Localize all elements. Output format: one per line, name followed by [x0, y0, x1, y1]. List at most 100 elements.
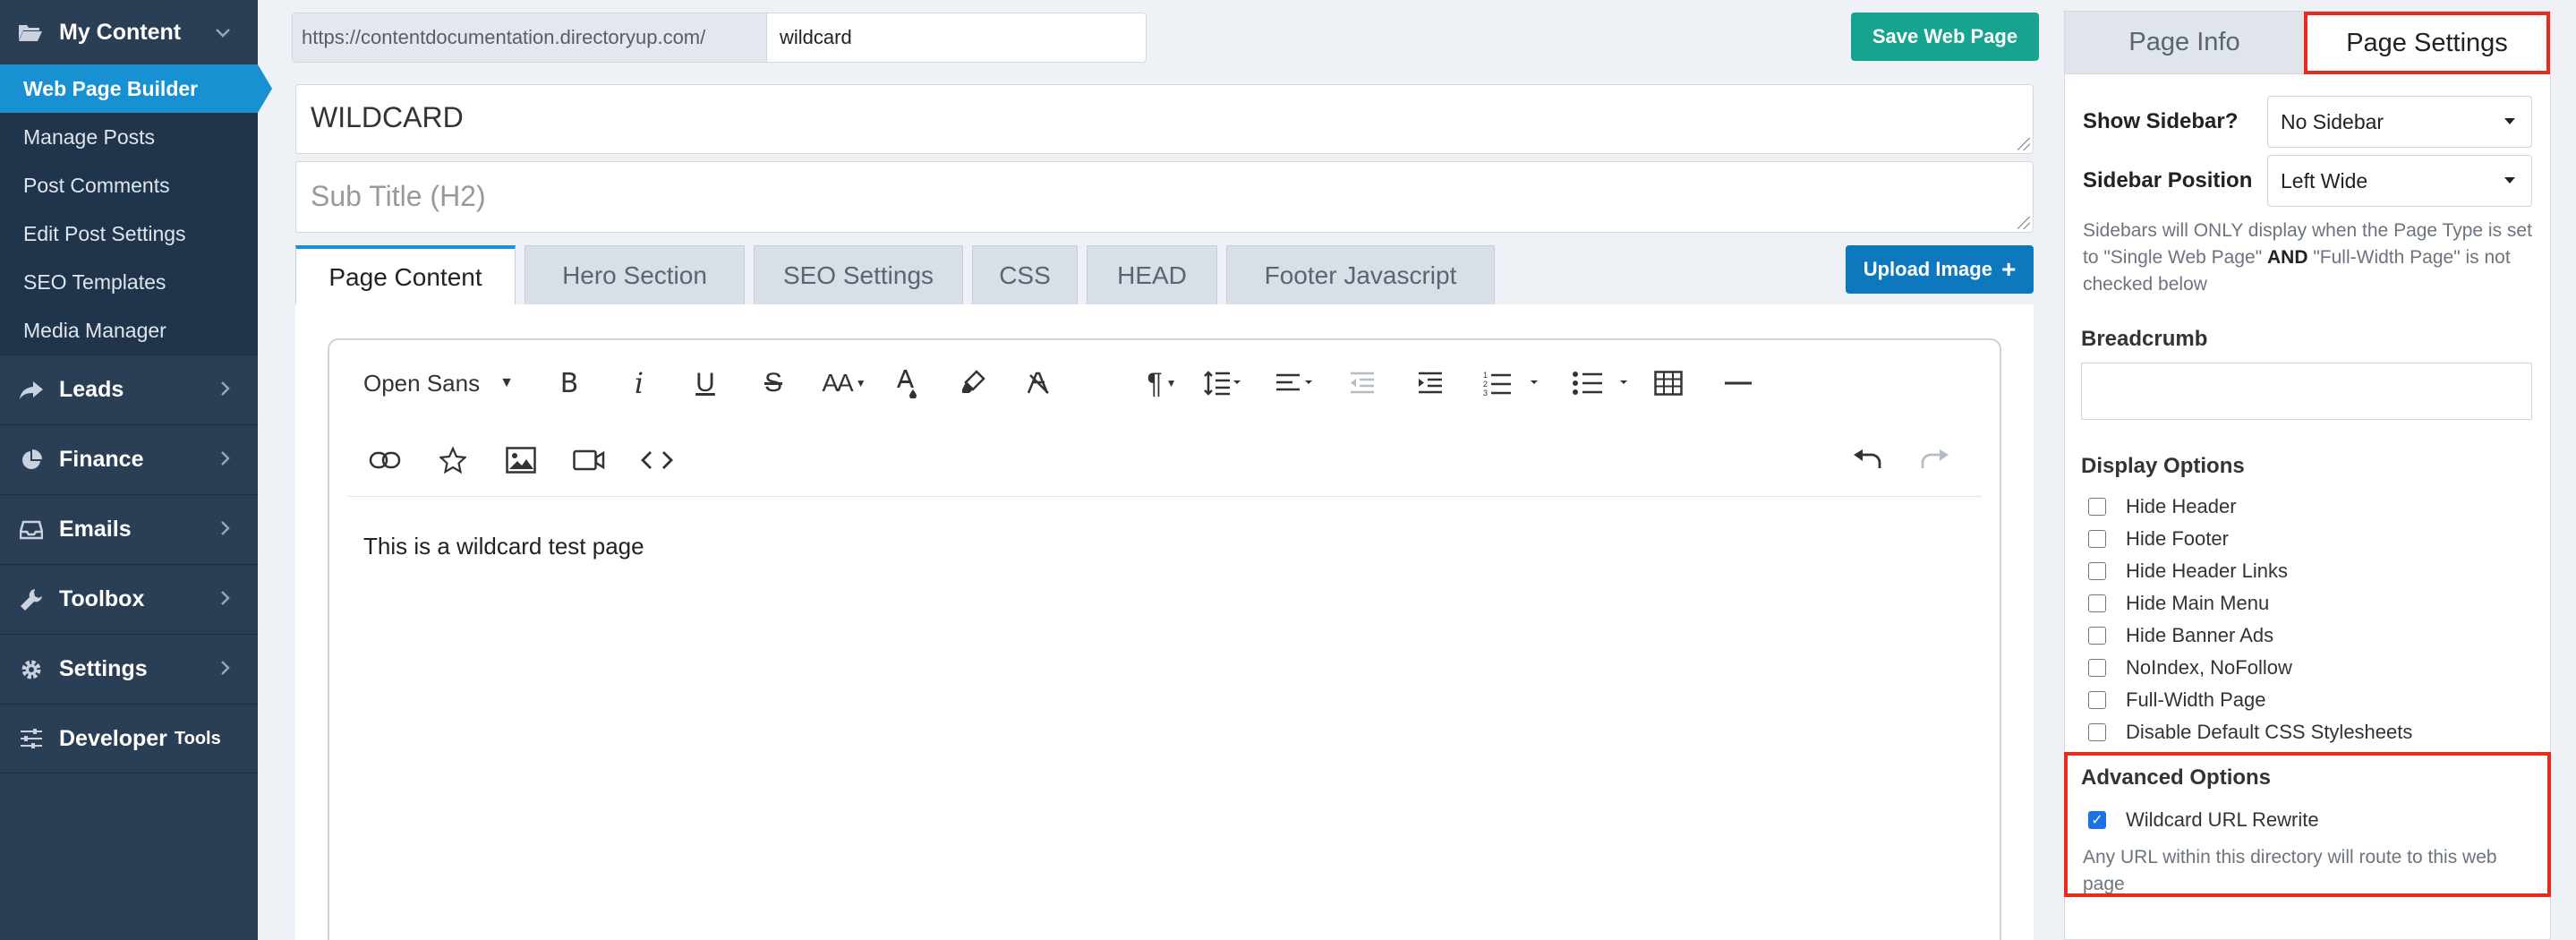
tab-page-content[interactable]: Page Content — [295, 245, 516, 306]
checkbox-noindex-nofollow[interactable]: NoIndex, NoFollow — [2088, 656, 2292, 679]
caret-down-icon: ▼ — [855, 377, 866, 389]
checkbox[interactable] — [2088, 594, 2106, 612]
checkbox-hide-footer[interactable]: Hide Footer — [2088, 527, 2229, 551]
checkbox-label: NoIndex, NoFollow — [2126, 656, 2292, 679]
ordered-list-button[interactable]: 123 — [1475, 365, 1547, 401]
save-web-page-button[interactable]: Save Web Page — [1851, 13, 2039, 61]
tab-head[interactable]: HEAD — [1087, 245, 1217, 306]
video-icon[interactable] — [569, 442, 609, 478]
upload-image-button[interactable]: Upload Image + — [1846, 245, 2034, 294]
nav-leads[interactable]: Leads — [0, 355, 258, 424]
right-panel-tabs: Page Info Page Settings — [2065, 12, 2550, 74]
resize-handle[interactable] — [2017, 138, 2030, 150]
checkbox-full-width-page[interactable]: Full-Width Page — [2088, 688, 2266, 712]
tab-page-info[interactable]: Page Info — [2065, 12, 2304, 74]
font-size-button[interactable]: AA ▼ — [813, 365, 875, 401]
redo-icon[interactable] — [1915, 442, 1955, 478]
strikethrough-button[interactable]: S — [754, 365, 793, 401]
checkbox[interactable] — [2088, 659, 2106, 677]
sidebar-note-and: AND — [2267, 247, 2308, 268]
checkbox-label: Hide Main Menu — [2126, 592, 2270, 614]
nav-my-content-label: My Content — [59, 19, 182, 45]
checkbox[interactable] — [2088, 530, 2106, 548]
highlighter-icon[interactable] — [952, 365, 992, 401]
sidebar-position-label: Sidebar Position — [2083, 168, 2253, 192]
nav-finance-label: Finance — [59, 447, 144, 472]
nav-toolbox[interactable]: Toolbox — [0, 564, 258, 634]
wrench-icon — [18, 588, 45, 611]
horizontal-line-icon[interactable] — [1719, 365, 1758, 401]
checkbox[interactable] — [2088, 691, 2106, 709]
subtitle-input[interactable]: Sub Title (H2) — [295, 161, 2034, 233]
display-options-label: Display Options — [2081, 454, 2245, 478]
sidebar-position-select[interactable]: Left Wide — [2267, 155, 2532, 207]
line-height-button[interactable] — [1194, 365, 1251, 401]
checkbox[interactable] — [2088, 562, 2106, 580]
image-icon[interactable] — [501, 442, 541, 478]
tab-css[interactable]: CSS — [972, 245, 1078, 306]
paragraph-icon: ¶ — [1147, 366, 1163, 399]
font-family-select[interactable]: Open Sans ▼ — [363, 365, 514, 401]
italic-button[interactable]: i — [619, 365, 659, 401]
nav-settings[interactable]: Settings — [0, 634, 258, 704]
nav-leads-label: Leads — [59, 377, 124, 402]
checkbox-hide-header[interactable]: Hide Header — [2088, 495, 2237, 518]
clear-format-icon[interactable] — [1019, 365, 1058, 401]
sidebar-item-edit-post-settings[interactable]: Edit Post Settings — [0, 209, 258, 258]
checkbox-hide-banner-ads[interactable]: Hide Banner Ads — [2088, 624, 2273, 647]
url-field: https://contentdocumentation.directoryup… — [292, 13, 1147, 63]
tab-footer-javascript[interactable]: Footer Javascript — [1226, 245, 1495, 306]
unordered-list-button[interactable] — [1565, 365, 1636, 401]
sidebar-item-post-comments[interactable]: Post Comments — [0, 161, 258, 209]
bold-button[interactable]: B — [550, 365, 589, 401]
undo-icon[interactable] — [1847, 442, 1887, 478]
share-arrow-icon — [18, 380, 45, 400]
gear-icon — [18, 658, 45, 681]
nav-developer-tools[interactable]: Developer Tools — [0, 704, 258, 773]
sidebar-note: Sidebars will ONLY display when the Page… — [2083, 218, 2538, 298]
subtitle-placeholder: Sub Title (H2) — [311, 180, 486, 212]
tab-hero-section[interactable]: Hero Section — [525, 245, 745, 306]
sliders-icon — [18, 728, 45, 749]
indent-icon[interactable] — [1411, 365, 1450, 401]
breadcrumb-input[interactable] — [2081, 363, 2532, 420]
checkbox-hide-header-links[interactable]: Hide Header Links — [2088, 560, 2288, 583]
code-view-icon[interactable] — [637, 442, 677, 478]
chevron-right-icon — [220, 657, 231, 682]
checkbox-label: Hide Banner Ads — [2126, 624, 2274, 646]
editor-content[interactable]: This is a wildcard test page — [363, 533, 644, 560]
checkbox-label: Disable Default CSS Stylesheets — [2126, 721, 2413, 743]
tab-page-settings[interactable]: Page Settings — [2304, 12, 2550, 74]
nav-finance[interactable]: Finance — [0, 424, 258, 494]
sidebar-item-manage-posts[interactable]: Manage Posts — [0, 113, 258, 161]
tab-seo-settings[interactable]: SEO Settings — [754, 245, 963, 306]
align-button[interactable] — [1266, 365, 1323, 401]
outdent-icon[interactable] — [1343, 365, 1382, 401]
page-title-input[interactable]: WILDCARD — [295, 84, 2034, 154]
checkbox-hide-main-menu[interactable]: Hide Main Menu — [2088, 592, 2269, 615]
resize-handle[interactable] — [2017, 217, 2030, 229]
table-icon[interactable] — [1649, 365, 1688, 401]
show-sidebar-select[interactable]: No Sidebar — [2267, 96, 2532, 148]
nav-emails[interactable]: Emails — [0, 494, 258, 564]
sidebar: My Content Web Page Builder Manage Posts… — [0, 0, 272, 940]
sidebar-item-web-page-builder[interactable]: Web Page Builder — [0, 64, 272, 113]
url-slug-input[interactable]: wildcard — [767, 13, 1146, 62]
text-color-icon[interactable] — [886, 365, 925, 401]
paragraph-format-button[interactable]: ¶ ▼ — [1135, 365, 1189, 401]
link-icon[interactable] — [365, 442, 405, 478]
checkbox[interactable] — [2088, 498, 2106, 516]
underline-button[interactable]: U — [686, 365, 725, 401]
inbox-icon — [18, 520, 45, 540]
checkbox-label: Hide Header — [2126, 495, 2237, 517]
chevron-down-icon — [215, 21, 231, 44]
checkbox-disable-default-css[interactable]: Disable Default CSS Stylesheets — [2088, 721, 2412, 744]
checkbox[interactable] — [2088, 723, 2106, 741]
star-icon[interactable] — [433, 442, 473, 478]
sidebar-item-seo-templates[interactable]: SEO Templates — [0, 258, 258, 306]
nav-developer-label: Developer — [59, 725, 167, 751]
chevron-right-icon — [220, 587, 231, 612]
checkbox[interactable] — [2088, 627, 2106, 645]
nav-my-content[interactable]: My Content — [0, 0, 258, 64]
sidebar-item-media-manager[interactable]: Media Manager — [0, 306, 258, 355]
